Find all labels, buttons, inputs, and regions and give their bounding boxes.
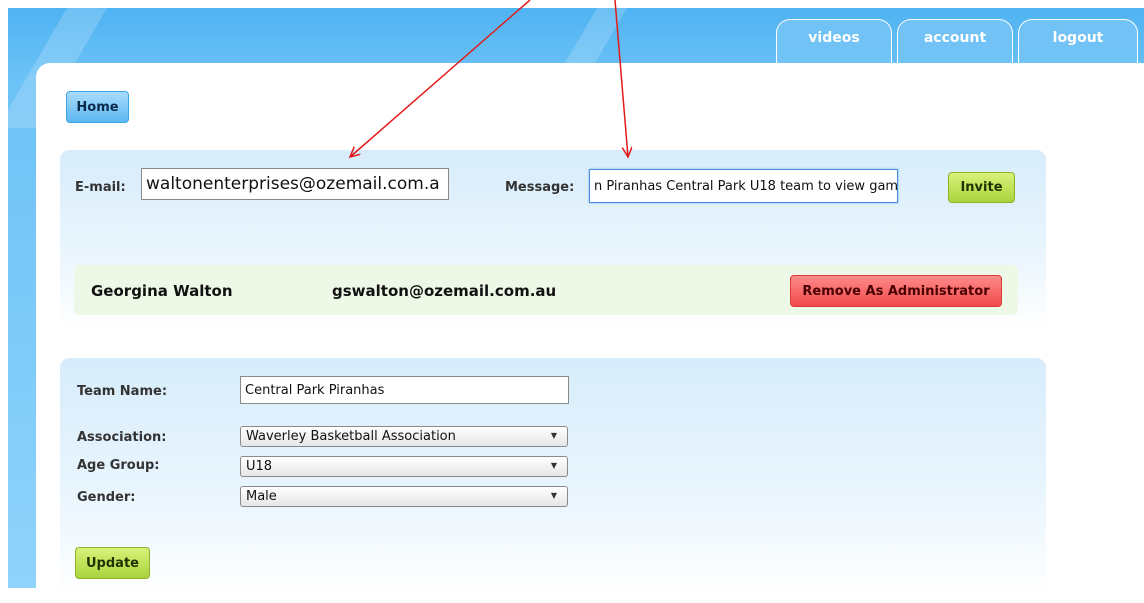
association-value: Waverley Basketball Association — [246, 429, 456, 444]
admin-email: gswalton@ozemail.com.au — [332, 282, 557, 300]
message-field[interactable]: n Piranhas Central Park U18 team to view… — [589, 169, 898, 203]
gender-select[interactable]: Male ▼ — [240, 486, 568, 507]
age-group-label: Age Group: — [77, 458, 160, 473]
message-label: Message: — [505, 180, 575, 195]
update-button[interactable]: Update — [75, 547, 150, 579]
invite-button[interactable]: Invite — [948, 172, 1015, 203]
remove-administrator-button[interactable]: Remove As Administrator — [790, 275, 1002, 307]
association-label: Association: — [77, 430, 167, 445]
association-select[interactable]: Waverley Basketball Association ▼ — [240, 426, 568, 447]
home-button[interactable]: Home — [66, 91, 129, 123]
email-label: E-mail: — [75, 180, 126, 195]
email-field[interactable]: waltonenterprises@ozemail.com.a — [141, 168, 449, 200]
gender-value: Male — [246, 489, 277, 504]
team-name-label: Team Name: — [77, 384, 168, 399]
admin-name: Georgina Walton — [91, 282, 233, 300]
gender-label: Gender: — [77, 490, 136, 505]
chevron-down-icon: ▼ — [550, 491, 557, 500]
message-text: n Piranhas Central Park U18 team to view… — [594, 178, 898, 194]
age-group-value: U18 — [246, 459, 273, 474]
chevron-down-icon: ▼ — [550, 461, 557, 470]
team-name-field[interactable]: Central Park Piranhas — [240, 376, 569, 404]
chevron-down-icon: ▼ — [550, 431, 557, 440]
age-group-select[interactable]: U18 ▼ — [240, 456, 568, 477]
